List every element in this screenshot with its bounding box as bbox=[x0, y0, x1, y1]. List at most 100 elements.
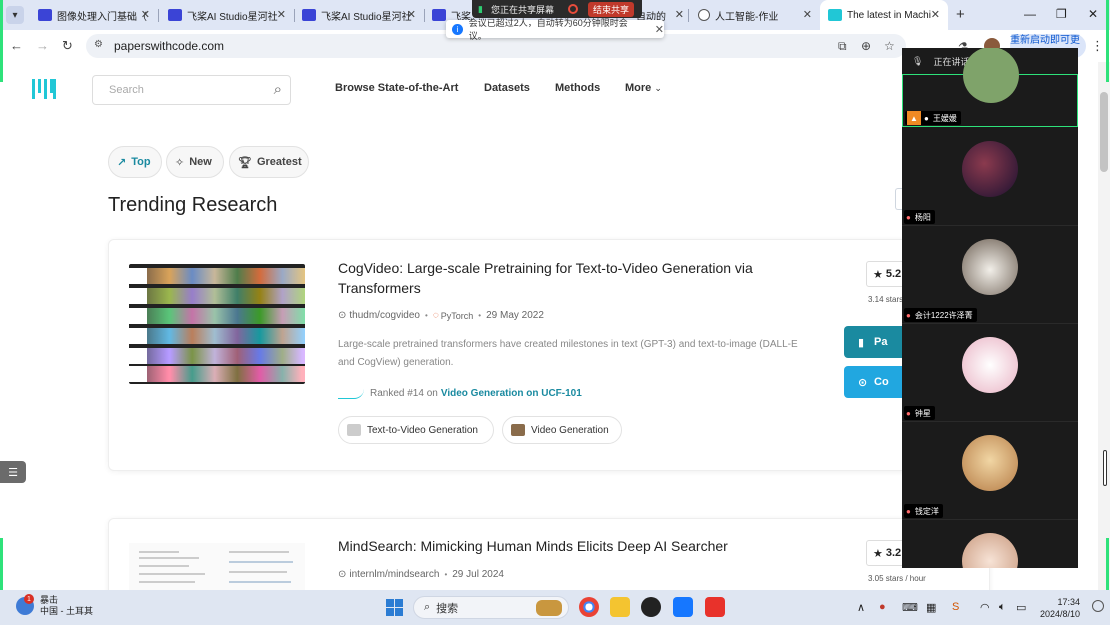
plus-icon: + bbox=[956, 6, 965, 23]
site-info-icon[interactable]: ⚙ bbox=[94, 39, 103, 50]
participant-name-tag: ● 钱定洋 bbox=[904, 504, 943, 518]
ime-icon[interactable]: ▦ bbox=[926, 601, 936, 614]
menu-button[interactable]: ⋮ bbox=[1091, 38, 1104, 54]
start-button[interactable] bbox=[386, 599, 403, 616]
taskbar: 1 暴击 中国 - 土耳其 ⌕ 搜索 ∧ ● ⌨ ▦ S ◠ 🔈︎ ▭ 17:3… bbox=[0, 590, 1110, 625]
rank-task-link[interactable]: Video Generation on UCF-101 bbox=[441, 388, 582, 399]
chrome-icon[interactable] bbox=[579, 597, 599, 617]
bookmark-star-icon[interactable]: ☆ bbox=[884, 39, 895, 53]
floating-list-button[interactable]: ☰ bbox=[0, 461, 26, 483]
news-widget[interactable]: 1 暴击 中国 - 土耳其 bbox=[16, 594, 93, 617]
notification-center-icon[interactable] bbox=[1092, 600, 1104, 612]
notice-text: 会议已超过2人，自动转为60分钟限时会议。 bbox=[468, 18, 628, 41]
participant-tile[interactable]: ● 会计1222许泽菁 bbox=[902, 227, 1078, 324]
list-icon: ☰ bbox=[8, 466, 18, 479]
paper-abstract: Large-scale pretrained transformers have… bbox=[338, 339, 798, 368]
system-clock[interactable]: 17:34 2024/8/10 bbox=[1040, 596, 1080, 620]
trend-icon: ↗ bbox=[117, 156, 127, 169]
zoom-icon[interactable]: ⊕ bbox=[861, 39, 871, 53]
paper-thumbnail[interactable] bbox=[129, 264, 305, 384]
volume-icon[interactable]: 🔈︎ bbox=[999, 601, 1006, 614]
meeting-app-icon[interactable] bbox=[673, 597, 693, 617]
tab-title: 图像处理入门基础（ bbox=[57, 11, 147, 23]
framework-label: PyTorch bbox=[440, 310, 474, 321]
record-icon bbox=[567, 4, 578, 14]
scrollbar-thumb[interactable] bbox=[1100, 92, 1108, 172]
search-icon[interactable]: ⌕ bbox=[274, 81, 282, 98]
nav-browse-sota[interactable]: Browse State-of-the-Art bbox=[335, 82, 458, 94]
paper-title[interactable]: MindSearch: Mimicking Human Minds Elicit… bbox=[338, 536, 728, 556]
url-text[interactable]: paperswithcode.com bbox=[114, 39, 224, 53]
paper-thumbnail[interactable] bbox=[129, 543, 305, 590]
notification-badge: 1 bbox=[24, 594, 34, 604]
taskbar-search[interactable]: ⌕ 搜索 bbox=[413, 596, 569, 619]
close-icon[interactable]: ✕ bbox=[803, 8, 812, 21]
wps-icon[interactable] bbox=[705, 597, 725, 617]
filter-label: New bbox=[189, 156, 212, 168]
tab-2[interactable]: 飞桨AI Studio星河社 ✕ bbox=[160, 0, 294, 30]
repo-link[interactable]: thudm/cogvideo bbox=[349, 310, 420, 321]
participant-name-tag: ● 杨阳 bbox=[904, 210, 935, 224]
repo-link[interactable]: internlm/mindsearch bbox=[349, 569, 439, 580]
tab-title: 飞桨AI Studio星河社 bbox=[187, 11, 278, 23]
paper-date: 29 May 2022 bbox=[486, 310, 544, 321]
chevron-up-icon[interactable]: ∧ bbox=[857, 601, 865, 614]
qq-icon[interactable] bbox=[641, 597, 661, 617]
avatar bbox=[962, 435, 1018, 491]
close-icon[interactable]: ✕ bbox=[141, 8, 150, 21]
wps-tray-icon[interactable]: S bbox=[952, 601, 959, 613]
reload-button[interactable]: ↻ bbox=[62, 38, 73, 54]
task-tag[interactable]: Video Generation bbox=[502, 416, 622, 444]
filter-label: Top bbox=[131, 156, 151, 168]
star-icon: ★ bbox=[873, 268, 883, 281]
star-icon: ★ bbox=[873, 547, 883, 560]
participant-name-tag: ▲ ● 王嫒媛 bbox=[905, 111, 961, 125]
avatar bbox=[962, 533, 1018, 568]
info-icon: i bbox=[452, 23, 463, 35]
close-icon[interactable]: ✕ bbox=[931, 8, 940, 21]
tab-active-paperswithcode[interactable]: The latest in Machi ✕ bbox=[820, 0, 948, 30]
participant-tile[interactable]: ● 钱定洋 bbox=[902, 423, 1078, 520]
nav-datasets[interactable]: Datasets bbox=[484, 82, 530, 94]
stop-share-button[interactable]: 结束共享 bbox=[587, 1, 634, 17]
tab-title: 飞桨AI Studio星河社 bbox=[321, 11, 412, 23]
tray-app-icon[interactable]: ● bbox=[879, 601, 886, 613]
task-tag[interactable]: Text-to-Video Generation bbox=[338, 416, 494, 444]
wifi-icon[interactable]: ◠ bbox=[980, 601, 990, 614]
close-icon[interactable]: ✕ bbox=[655, 23, 664, 36]
participant-tile[interactable]: ● 杨阳 bbox=[902, 129, 1078, 226]
chevron-down-icon: ⌄ bbox=[654, 83, 662, 93]
share-border bbox=[1106, 538, 1109, 590]
tab-6[interactable]: 人工智能-作业 ✕ bbox=[690, 0, 820, 30]
filter-top[interactable]: ↗ Top bbox=[108, 146, 162, 178]
new-tab-button[interactable]: + bbox=[956, 6, 965, 23]
tab-1[interactable]: 图像处理入门基础（ ✕ bbox=[30, 0, 158, 30]
participant-tile[interactable]: ▲ ● 王嫒媛 bbox=[902, 48, 1078, 127]
keyboard-icon[interactable]: ⌨ bbox=[902, 601, 918, 614]
back-button[interactable]: ← bbox=[10, 38, 23, 53]
tab-3[interactable]: 飞桨AI Studio星河社 ✕ bbox=[294, 0, 424, 30]
restore-button[interactable]: ❐ bbox=[1056, 7, 1067, 21]
file-explorer-icon[interactable] bbox=[610, 597, 630, 617]
nav-methods[interactable]: Methods bbox=[555, 82, 600, 94]
task-tag-label: Text-to-Video Generation bbox=[367, 424, 478, 436]
search-input[interactable] bbox=[93, 76, 253, 104]
paper-title[interactable]: CogVideo: Large-scale Pretraining for Te… bbox=[338, 258, 753, 298]
close-window-button[interactable]: ✕ bbox=[1088, 7, 1098, 21]
nav-more[interactable]: More ⌄ bbox=[625, 82, 662, 94]
cast-icon[interactable]: ⧉ bbox=[838, 39, 847, 54]
battery-icon[interactable]: ▭ bbox=[1016, 601, 1026, 614]
pytorch-icon: ◌ bbox=[432, 310, 439, 321]
participant-tile[interactable] bbox=[902, 521, 1078, 568]
tab-search-button[interactable]: ▾ bbox=[6, 6, 24, 24]
filter-greatest[interactable]: 🏆︎ Greatest bbox=[229, 146, 309, 178]
close-icon[interactable]: ✕ bbox=[277, 8, 286, 21]
minimize-button[interactable]: — bbox=[1024, 7, 1036, 21]
forward-button[interactable]: → bbox=[36, 38, 49, 53]
pwc-logo[interactable] bbox=[32, 79, 56, 99]
taskbar-search-label: 搜索 bbox=[436, 602, 459, 615]
participant-tile[interactable]: ● 钟星 bbox=[902, 325, 1078, 422]
close-icon[interactable]: ✕ bbox=[675, 8, 684, 21]
close-icon[interactable]: ✕ bbox=[407, 8, 416, 21]
filter-new[interactable]: ✧ New bbox=[166, 146, 224, 178]
